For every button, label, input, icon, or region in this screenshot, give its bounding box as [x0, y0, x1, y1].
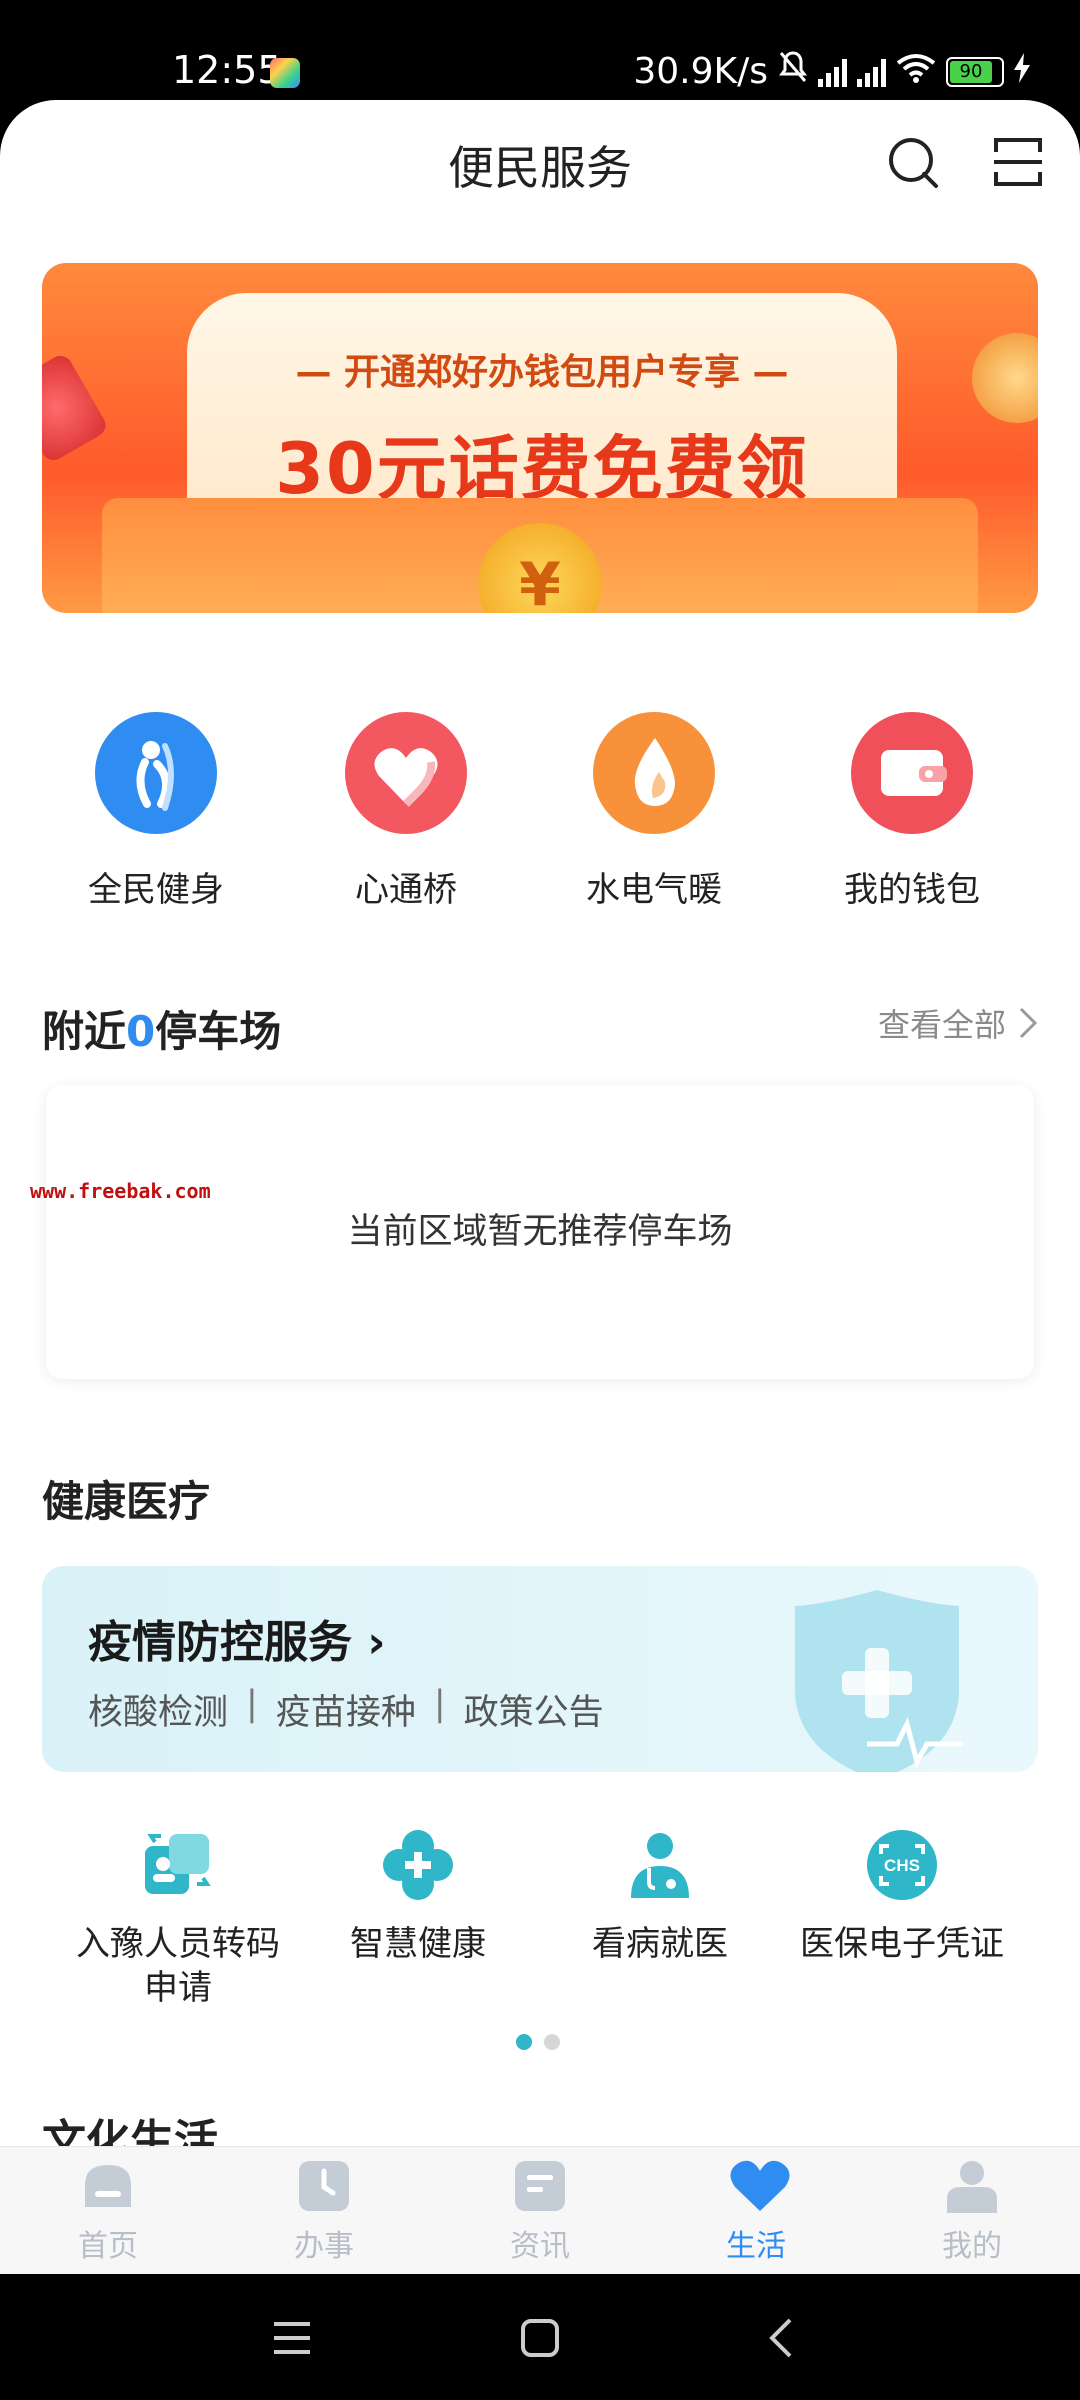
watermark-text: www.freebak.com: [30, 1179, 211, 1203]
quick-item-fitness[interactable]: 全民健身: [46, 712, 266, 911]
covid-services-card[interactable]: 疫情防控服务 › 核酸检测 | 疫苗接种 | 政策公告: [42, 1566, 1038, 1772]
view-all-parking-link[interactable]: 查看全部: [878, 1000, 1038, 1046]
chs-insurance-icon: CHS: [865, 1828, 939, 1902]
app-screen: 便民服务 — 开通郑好办钱包用户专享 — 30元话费免费领 ¥ 全民健身 心通桥…: [0, 100, 1080, 2274]
search-button[interactable]: [886, 134, 942, 190]
tab-label: 资讯: [510, 2229, 570, 2264]
covid-link-nucleic-test[interactable]: 核酸检测: [88, 1684, 228, 1735]
carousel-page-dots: [516, 2034, 560, 2050]
tab-life[interactable]: 生活: [686, 2159, 826, 2265]
red-packet-decoration-icon: [42, 351, 110, 465]
clock-icon: [297, 2159, 351, 2213]
back-chevron-icon: [769, 2318, 792, 2358]
parking-count: 0: [126, 1007, 156, 1056]
status-indicators: 30.9K/s 90: [633, 50, 1030, 93]
quick-item-wallet[interactable]: 我的钱包: [802, 712, 1022, 911]
charging-bolt-icon: [1014, 51, 1030, 92]
tab-label: 首页: [78, 2229, 138, 2264]
utilities-flame-icon: [593, 712, 715, 834]
doctor-icon: [623, 1828, 697, 1902]
header: 便民服务: [0, 100, 1080, 220]
smart-health-icon: [381, 1828, 455, 1902]
svg-text:CHS: CHS: [884, 1856, 920, 1875]
home-icon: [81, 2159, 135, 2213]
heart-icon: [729, 2159, 790, 2213]
bottom-tab-bar: 首页 办事 资讯 生活 我的: [0, 2146, 1080, 2274]
recent-apps-button[interactable]: [268, 2314, 316, 2362]
parking-section-title: 附近0停车场: [42, 1007, 282, 1056]
covid-card-title: 疫情防控服务 ›: [88, 1617, 386, 1668]
quick-item-label: 水电气暖: [586, 870, 722, 910]
wallet-icon: [851, 712, 973, 834]
tab-affairs[interactable]: 办事: [254, 2159, 394, 2265]
parking-card: 当前区域暂无推荐停车场: [46, 1085, 1034, 1379]
health-item-transfer-code[interactable]: 入豫人员转码 申请: [58, 1828, 298, 2010]
tab-home[interactable]: 首页: [38, 2159, 178, 2265]
gold-coin-decoration-icon: [972, 333, 1038, 423]
divider: |: [433, 1684, 446, 1724]
wifi-icon: [896, 51, 936, 92]
page-dot: [544, 2034, 560, 2050]
profile-icon: [945, 2159, 999, 2213]
play-store-notification-icon: [270, 58, 300, 88]
news-icon: [513, 2159, 567, 2213]
quick-item-utilities[interactable]: 水电气暖: [544, 712, 764, 911]
signal-1-icon: [818, 57, 847, 87]
covid-link-vaccine[interactable]: 疫苗接种: [276, 1684, 416, 1735]
health-item-label: 看病就医: [592, 1924, 728, 1964]
heart-bridge-icon: [345, 712, 467, 834]
battery-icon: 90: [946, 56, 1004, 87]
promo-banner[interactable]: — 开通郑好办钱包用户专享 — 30元话费免费领 ¥: [42, 263, 1038, 613]
page-dot-active: [516, 2034, 532, 2050]
banner-subtitle: — 开通郑好办钱包用户专享 —: [295, 352, 789, 393]
medical-shield-icon: [795, 1590, 963, 1772]
health-item-insurance[interactable]: CHS 医保电子凭证: [782, 1828, 1022, 1966]
signal-2-icon: [857, 57, 886, 87]
network-speed: 30.9K/s: [633, 51, 768, 92]
quick-item-label: 我的钱包: [844, 870, 980, 910]
status-time: 12:55: [172, 48, 282, 92]
menu-icon: [274, 2322, 310, 2354]
quick-item-label: 心通桥: [355, 870, 457, 910]
divider: |: [246, 1684, 258, 1724]
scan-button[interactable]: [990, 134, 1046, 190]
chevron-right-icon: [1019, 1007, 1038, 1039]
home-square-icon: [521, 2319, 559, 2357]
health-item-label: 医保电子凭证: [800, 1924, 1004, 1964]
back-button[interactable]: [758, 2314, 806, 2362]
scan-icon: [994, 138, 1042, 186]
health-services: 入豫人员转码 申请 智慧健康 看病就医 CHS 医保电子凭证: [0, 1828, 1080, 2028]
health-item-label: 智慧健康: [350, 1924, 486, 1964]
search-icon: [889, 138, 938, 188]
quick-item-label: 全民健身: [88, 870, 224, 910]
fitness-icon: [95, 712, 217, 834]
tab-news[interactable]: 资讯: [470, 2159, 610, 2265]
covid-link-policy[interactable]: 政策公告: [464, 1684, 604, 1735]
system-navigation-bar: [0, 2274, 1080, 2400]
tab-label: 生活: [726, 2229, 786, 2264]
home-button[interactable]: [516, 2314, 564, 2362]
covid-links: 核酸检测 | 疫苗接种 | 政策公告: [88, 1684, 604, 1735]
health-item-doctor[interactable]: 看病就医: [540, 1828, 780, 1966]
tab-mine[interactable]: 我的: [902, 2159, 1042, 2265]
parking-empty-message: 当前区域暂无推荐停车场: [347, 1212, 733, 1252]
view-all-label: 查看全部: [877, 1006, 1006, 1044]
health-item-smart-health[interactable]: 智慧健康: [298, 1828, 538, 1966]
health-section-title: 健康医疗: [42, 1477, 211, 1526]
health-item-label: 入豫人员转码 申请: [76, 1924, 280, 2008]
transfer-code-icon: [141, 1828, 215, 1902]
tab-label: 我的: [942, 2229, 1002, 2264]
status-bar: 12:55 30.9K/s 90: [0, 0, 1080, 110]
mute-bell-icon: [778, 50, 808, 93]
tab-label: 办事: [294, 2229, 354, 2264]
chevron-right-icon: ›: [367, 1617, 386, 1668]
quick-item-heart-bridge[interactable]: 心通桥: [296, 712, 516, 911]
quick-services: 全民健身 心通桥 水电气暖 我的钱包: [0, 712, 1080, 962]
